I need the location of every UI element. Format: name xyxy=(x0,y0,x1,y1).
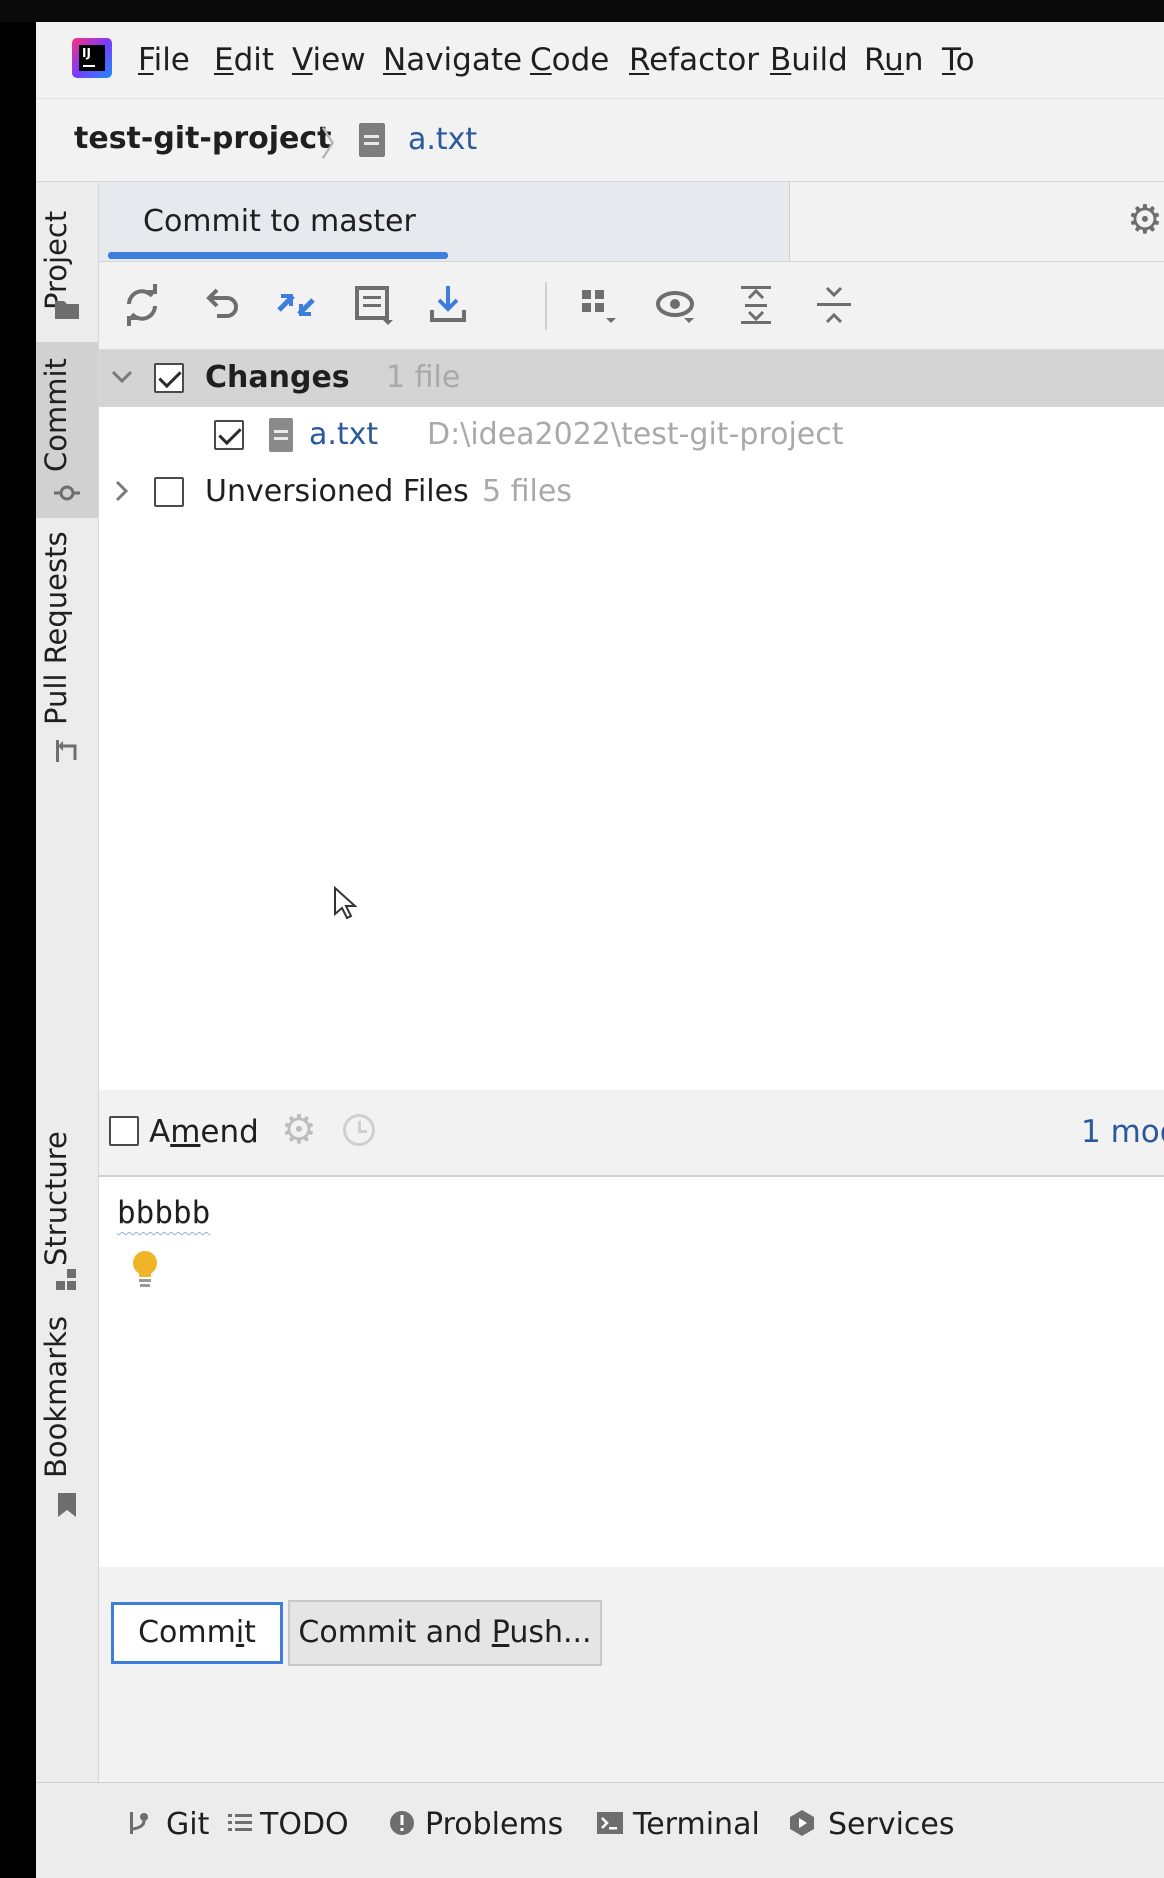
git-branch-icon xyxy=(130,1812,148,1834)
commit-options-gear-icon[interactable]: ⚙ xyxy=(281,1110,317,1150)
tool-project[interactable]: Project xyxy=(36,182,98,338)
window-left-edge xyxy=(0,22,36,1878)
rollback-icon[interactable] xyxy=(197,280,247,330)
text-file-icon xyxy=(359,123,385,157)
unversioned-checkbox[interactable] xyxy=(154,477,184,507)
tool-todo[interactable]: TODO xyxy=(260,1807,349,1842)
changes-label: Changes xyxy=(205,360,350,395)
tab-commit-label: Commit to master xyxy=(143,204,416,239)
tree-row-file[interactable]: a.txt D:\idea2022\test-git-project xyxy=(99,407,1164,464)
todo-list-icon xyxy=(228,1814,252,1831)
file-path: D:\idea2022\test-git-project xyxy=(427,417,844,452)
menu-view[interactable]: View xyxy=(292,42,366,78)
tool-commit[interactable]: Commit xyxy=(36,342,98,518)
commit-tab-bar: Commit to master ⚙ xyxy=(99,182,1164,262)
tool-bookmarks-label: Bookmarks xyxy=(39,1315,73,1478)
menu-run[interactable]: Run xyxy=(864,42,923,78)
expand-all-icon[interactable] xyxy=(731,280,781,330)
tool-services[interactable]: Services xyxy=(828,1807,955,1842)
commit-toolbar xyxy=(99,262,1164,350)
window-top-strip xyxy=(0,0,1164,22)
unversioned-label: Unversioned Files xyxy=(205,474,469,509)
amend-label[interactable]: Amend xyxy=(149,1114,259,1150)
unversioned-count: 5 files xyxy=(482,474,572,509)
tab-commit-to-master[interactable]: Commit to master xyxy=(99,182,790,261)
tool-bookmarks[interactable]: Bookmarks xyxy=(36,1316,98,1532)
tool-commit-label: Commit xyxy=(39,358,73,472)
toolbar-separator xyxy=(545,282,547,330)
screen: IJ File Edit View Navigate Code Refactor… xyxy=(0,0,1164,1878)
tool-problems[interactable]: Problems xyxy=(425,1807,563,1842)
problems-icon xyxy=(390,1811,414,1835)
changes-checkbox[interactable] xyxy=(154,363,184,393)
diff-icon[interactable] xyxy=(271,280,321,330)
breadcrumb: test-git-project 〉 a.txt xyxy=(36,99,1164,182)
menu-navigate[interactable]: Navigate xyxy=(383,42,522,78)
text-file-icon xyxy=(269,418,293,452)
tool-structure-label: Structure xyxy=(39,1131,73,1266)
menu-refactor[interactable]: Refactor xyxy=(629,42,759,78)
folder-icon xyxy=(55,301,79,319)
commit-and-push-button[interactable]: Commit and Push... xyxy=(288,1600,602,1666)
active-tab-indicator xyxy=(108,252,448,259)
commit-buttons-area: Commit Commit and Push... xyxy=(99,1567,1164,1782)
services-icon xyxy=(790,1810,814,1836)
bookmark-icon xyxy=(58,1493,76,1517)
chevron-right-icon[interactable] xyxy=(109,478,135,509)
file-checkbox[interactable] xyxy=(214,420,244,450)
update-icon[interactable] xyxy=(424,280,474,330)
menu-build[interactable]: Build xyxy=(770,42,848,78)
group-by-icon[interactable] xyxy=(574,280,624,330)
tree-row-changes[interactable]: Changes 1 file xyxy=(99,350,1164,407)
commit-button[interactable]: Commit xyxy=(111,1602,283,1664)
intellij-logo-icon[interactable]: IJ xyxy=(72,38,112,78)
commit-icon xyxy=(54,485,80,501)
breadcrumb-project[interactable]: test-git-project xyxy=(74,121,332,156)
breadcrumb-file[interactable]: a.txt xyxy=(408,122,477,157)
tool-terminal[interactable]: Terminal xyxy=(633,1807,760,1842)
commit-message-text[interactable]: bbbbb xyxy=(117,1195,210,1231)
modified-files-link[interactable]: 1 mod xyxy=(1081,1114,1164,1150)
terminal-icon xyxy=(597,1812,623,1834)
refresh-icon[interactable] xyxy=(117,280,167,330)
view-options-icon[interactable] xyxy=(652,280,702,330)
amend-checkbox[interactable] xyxy=(109,1116,139,1146)
lightbulb-icon[interactable] xyxy=(131,1249,159,1291)
menu-edit[interactable]: Edit xyxy=(214,42,274,78)
changes-tree: Changes 1 file a.txt D:\idea2022\test-gi… xyxy=(99,350,1164,1090)
menu-bar: IJ File Edit View Navigate Code Refactor… xyxy=(36,22,1164,99)
ide-window: IJ File Edit View Navigate Code Refactor… xyxy=(36,22,1164,1878)
commit-panel: Commit to master ⚙ Changes 1 file a.txt … xyxy=(99,182,1164,1782)
tree-row-unversioned[interactable]: Unversioned Files 5 files xyxy=(99,464,1164,521)
file-name: a.txt xyxy=(309,417,379,452)
commit-history-clock-icon[interactable] xyxy=(343,1114,375,1146)
structure-icon xyxy=(56,1269,76,1290)
shelve-icon[interactable] xyxy=(349,280,399,330)
bottom-tool-strip: Git TODO Problems Terminal Services xyxy=(36,1782,1164,1878)
tool-pull-requests[interactable]: Pull Requests xyxy=(36,527,98,787)
menu-code[interactable]: Code xyxy=(530,42,609,78)
tool-git[interactable]: Git xyxy=(166,1807,209,1842)
tool-pull-requests-label: Pull Requests xyxy=(39,531,73,725)
tool-structure[interactable]: Structure xyxy=(36,1131,98,1302)
chevron-down-icon[interactable] xyxy=(109,364,135,395)
collapse-all-icon[interactable] xyxy=(809,280,859,330)
mouse-cursor-icon xyxy=(334,886,357,920)
menu-file[interactable]: File xyxy=(138,42,190,78)
pull-request-icon xyxy=(56,740,77,762)
tool-window-strip: Project Commit Pull Requests Structure B… xyxy=(36,182,99,1782)
gear-icon[interactable]: ⚙ xyxy=(1127,200,1163,240)
breadcrumb-separator-icon: 〉 xyxy=(320,125,354,165)
amend-bar: Amend ⚙ 1 mod xyxy=(99,1090,1164,1177)
menu-tools[interactable]: To xyxy=(942,42,975,78)
changes-count: 1 file xyxy=(386,360,461,395)
